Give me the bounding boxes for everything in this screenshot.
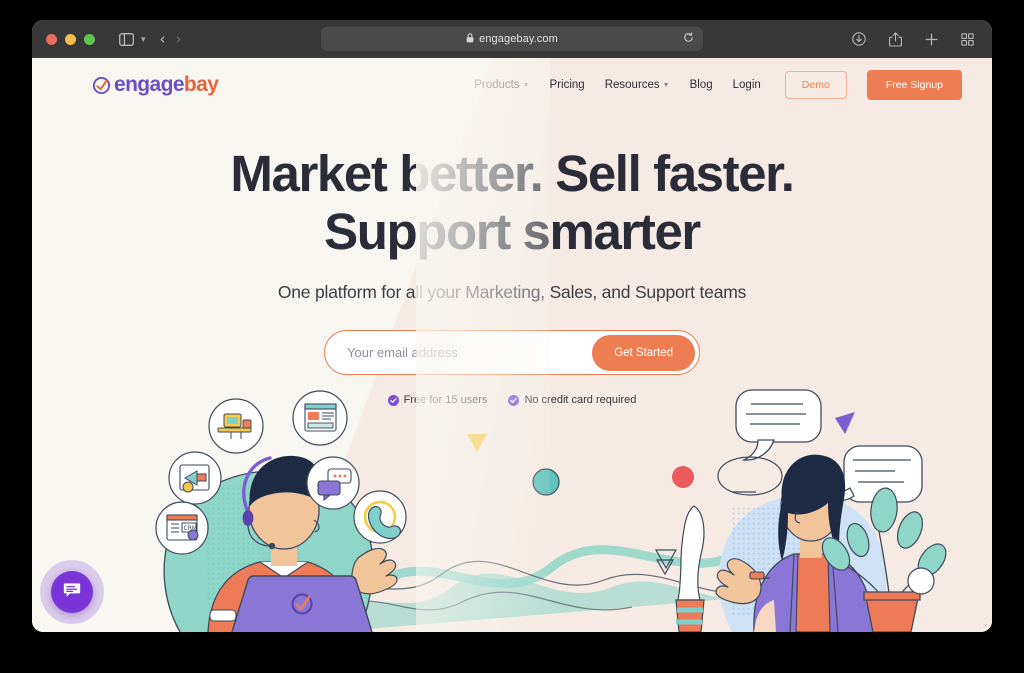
minimize-window-button[interactable]	[65, 33, 76, 45]
chat-widget-button[interactable]	[40, 560, 104, 624]
url-text: engagebay.com	[479, 33, 558, 45]
logo-text-engage: engage	[114, 73, 185, 96]
sidebar-icon[interactable]	[115, 28, 137, 50]
nav-item-resources[interactable]: Resources ▼	[605, 79, 670, 91]
forward-button: ›	[175, 29, 182, 48]
navigation-arrows: ‹ ›	[160, 29, 182, 48]
nav-label-blog: Blog	[689, 79, 713, 91]
engagebay-logo[interactable]: engagebay	[92, 73, 219, 97]
get-started-button[interactable]: Get Started	[592, 334, 695, 371]
chevron-down-icon[interactable]: ▾	[141, 34, 146, 45]
headline-line-1: Market better. Sell faster.	[230, 145, 795, 202]
webpage-viewport: engagebay Products ▼ Pricing Resources ▼	[32, 58, 992, 632]
chevron-down-icon: ▼	[522, 81, 530, 89]
share-icon[interactable]	[884, 28, 906, 50]
hero-illustration: CRM	[32, 382, 992, 632]
back-button[interactable]: ‹	[160, 31, 166, 47]
hero-section: Market better. Sell faster. Support smar…	[32, 112, 992, 406]
browser-window: ▾ ‹ › engagebay.com engagebay Products ▼…	[32, 20, 992, 632]
sidebar-controls: ▾	[115, 28, 146, 50]
maximize-window-button[interactable]	[84, 33, 95, 45]
nav-item-login[interactable]: Login	[733, 79, 761, 91]
nav-item-products[interactable]: Products ▼	[474, 79, 529, 91]
lock-icon	[466, 30, 474, 48]
new-tab-icon[interactable]	[920, 28, 942, 50]
hero-subtitle: One platform for all your Marketing, Sal…	[277, 282, 747, 303]
email-signup-form: Get Started	[324, 330, 700, 376]
main-navigation: Products ▼ Pricing Resources ▼ Blog Logi	[474, 70, 962, 100]
engagebay-logo-icon	[92, 76, 111, 95]
url-content: engagebay.com	[466, 30, 558, 48]
page-title: Market better. Sell faster. Support smar…	[32, 145, 992, 260]
check-circle-icon	[508, 394, 520, 406]
download-icon[interactable]	[848, 28, 870, 50]
chat-bubble-icon	[62, 580, 82, 605]
email-input[interactable]	[347, 345, 593, 361]
demo-button[interactable]: Demo	[784, 71, 847, 99]
chevron-down-icon: ▼	[662, 81, 670, 89]
nav-label-pricing: Pricing	[549, 79, 585, 91]
site-header: engagebay Products ▼ Pricing Resources ▼	[32, 58, 992, 112]
tab-overview-icon[interactable]	[956, 28, 978, 50]
headline-line-2: Support smarter	[324, 202, 701, 260]
url-bar[interactable]: engagebay.com	[321, 27, 703, 51]
window-controls	[46, 33, 95, 45]
nav-item-blog[interactable]: Blog	[690, 79, 713, 91]
nav-label-resources: Resources	[604, 79, 660, 91]
chat-widget-core	[51, 571, 93, 613]
browser-toolbar: ▾ ‹ › engagebay.com	[32, 20, 992, 58]
reload-icon[interactable]	[683, 30, 694, 48]
badge-label-free-users: Free for 15 users	[403, 394, 488, 407]
nav-label-login: Login	[732, 79, 761, 91]
nav-item-pricing[interactable]: Pricing	[550, 79, 585, 91]
nav-label-products: Products	[474, 79, 520, 91]
close-window-button[interactable]	[46, 33, 57, 45]
logo-text-bay: bay	[183, 73, 219, 96]
toolbar-right-actions	[848, 28, 978, 50]
free-signup-button[interactable]: Free Signup	[866, 70, 962, 100]
